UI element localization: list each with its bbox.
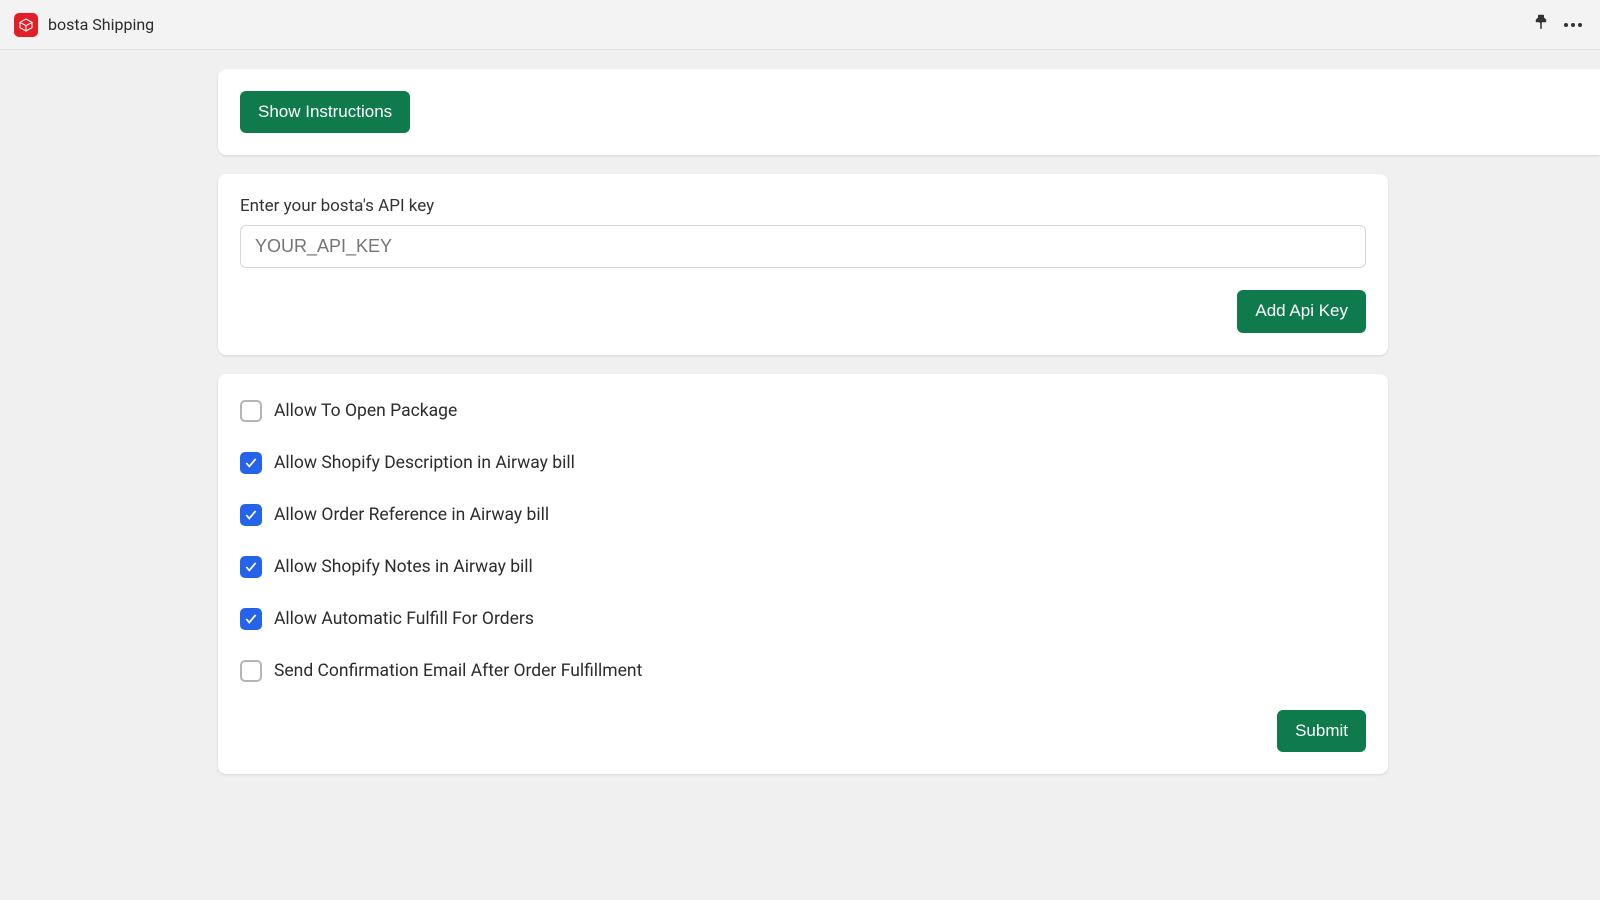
show-instructions-button[interactable]: Show Instructions bbox=[240, 91, 410, 133]
topbar-right bbox=[1532, 14, 1582, 36]
checkbox-allow-open-package[interactable] bbox=[240, 400, 262, 422]
option-label: Allow To Open Package bbox=[274, 401, 457, 421]
checkbox-allow-shopify-description[interactable] bbox=[240, 452, 262, 474]
submit-row: Submit bbox=[240, 710, 1366, 752]
option-allow-open-package: Allow To Open Package bbox=[240, 400, 1366, 422]
options-list: Allow To Open Package Allow Shopify Desc… bbox=[240, 396, 1366, 682]
api-key-input[interactable] bbox=[240, 225, 1366, 268]
checkbox-allow-shopify-notes[interactable] bbox=[240, 556, 262, 578]
option-send-confirmation-email: Send Confirmation Email After Order Fulf… bbox=[240, 660, 1366, 682]
option-label: Allow Shopify Description in Airway bill bbox=[274, 453, 575, 473]
app-title: bosta Shipping bbox=[48, 15, 154, 34]
option-allow-order-reference: Allow Order Reference in Airway bill bbox=[240, 504, 1366, 526]
option-label: Send Confirmation Email After Order Fulf… bbox=[274, 661, 642, 681]
instructions-card: Show Instructions bbox=[218, 69, 1600, 155]
topbar: bosta Shipping bbox=[0, 0, 1600, 50]
submit-button[interactable]: Submit bbox=[1277, 710, 1366, 752]
api-key-label: Enter your bosta's API key bbox=[240, 196, 1366, 216]
api-key-actions: Add Api Key bbox=[240, 290, 1366, 332]
more-menu-icon[interactable] bbox=[1564, 23, 1582, 27]
topbar-left: bosta Shipping bbox=[14, 13, 154, 37]
add-api-key-button[interactable]: Add Api Key bbox=[1237, 290, 1366, 332]
option-allow-shopify-description: Allow Shopify Description in Airway bill bbox=[240, 452, 1366, 474]
options-card: Allow To Open Package Allow Shopify Desc… bbox=[218, 374, 1388, 774]
checkbox-allow-order-reference[interactable] bbox=[240, 504, 262, 526]
checkbox-send-confirmation-email[interactable] bbox=[240, 660, 262, 682]
option-label: Allow Shopify Notes in Airway bill bbox=[274, 557, 533, 577]
checkbox-allow-auto-fulfill[interactable] bbox=[240, 608, 262, 630]
option-allow-auto-fulfill: Allow Automatic Fulfill For Orders bbox=[240, 608, 1366, 630]
option-allow-shopify-notes: Allow Shopify Notes in Airway bill bbox=[240, 556, 1366, 578]
option-label: Allow Automatic Fulfill For Orders bbox=[274, 609, 534, 629]
pin-icon[interactable] bbox=[1532, 14, 1550, 36]
api-key-card: Enter your bosta's API key Add Api Key bbox=[218, 174, 1388, 354]
app-logo-icon bbox=[14, 13, 38, 37]
page-body: Show Instructions Enter your bosta's API… bbox=[0, 50, 1600, 774]
option-label: Allow Order Reference in Airway bill bbox=[274, 505, 549, 525]
